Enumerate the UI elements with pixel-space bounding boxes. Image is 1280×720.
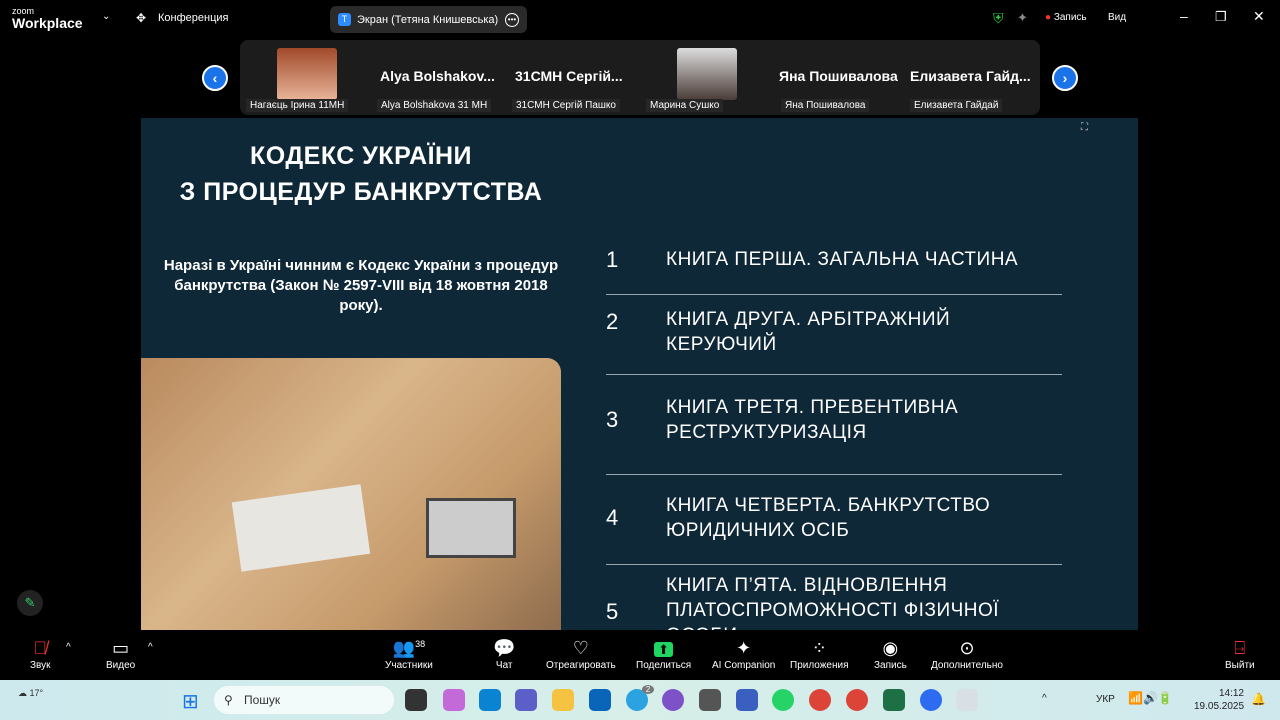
slide-intro: Наразі в Україні чинним є Кодекс України… [163,257,559,314]
taskbar-search[interactable]: ⚲ Пошук [214,686,394,714]
audio-options-chevron-icon[interactable]: ^ [66,642,71,653]
camera-icon: ▭ [112,638,130,658]
whatsapp-icon[interactable] [772,689,794,711]
app-icon[interactable] [736,689,758,711]
close-icon[interactable]: ✕ [1253,8,1265,25]
shield-icon[interactable]: ⛨ [993,10,1004,27]
network-volume-battery-icons[interactable]: 📶🔊🔋 [1128,691,1173,705]
book-item: 3 КНИГА ТРЕТЯ. ПРЕВЕНТИВНА РЕСТРУКТУРИЗАЦ… [606,397,959,443]
record-button[interactable]: ◉ Запись [874,638,907,671]
more-icon[interactable]: ••• [505,12,519,27]
meeting-info-icon[interactable]: ✥ [136,11,146,25]
book-item: 2 КНИГА ДРУГА. АРБІТРАЖНИЙ КЕРУЮЧИЙ [606,309,951,355]
share-screen-tab[interactable]: T Экран (Тетяна Книшевська) ••• [330,6,527,33]
ai-sparkle-icon[interactable]: ✦ [1017,10,1028,26]
avatar [277,48,337,100]
record-dot-icon: ● [1045,12,1052,23]
task-view-icon[interactable] [405,689,427,711]
more-icon: ⊙ [959,638,975,658]
participant-strip: Нагаєць Ірина 11МН Alya Bolshakov... Alya… [240,40,1040,115]
meeting-photo [141,358,561,630]
ai-companion-button[interactable]: ✦ AI Companion [712,638,775,671]
leave-button[interactable]: ⍈ Выйти [1225,638,1255,671]
zoom-title-bar: zoom Workplace ⌄ ✥ Конференция T Экран (Те… [0,0,1280,36]
mic-muted-icon: 🎙̸ [33,638,48,658]
notification-icon[interactable]: 🔔 [1251,692,1266,706]
language-indicator[interactable]: УКР [1096,694,1115,705]
chrome-icon[interactable] [846,689,868,711]
snipping-tool-icon[interactable] [956,689,978,711]
record-icon: ◉ [882,638,899,658]
record-status[interactable]: ● Запись [1045,12,1087,23]
chat-button[interactable]: 💬 Чат [493,638,515,671]
divider [606,474,1062,475]
copilot-icon[interactable] [443,689,465,711]
avatar [677,48,737,100]
more-button[interactable]: ⊙ Дополнительно [931,638,1003,671]
divider [606,294,1062,295]
file-explorer-icon[interactable] [552,689,574,711]
meeting-toolbar: 🎙̸ Звук ^ ▭ Видео ^ 👥38 Участники 💬 Чат ♡ Отр… [0,630,1280,680]
chatgpt-icon[interactable] [699,689,721,711]
clock[interactable]: 14:12 19.05.2025 [1194,687,1244,713]
book-item: 5 КНИГА П’ЯТА. ВІДНОВЛЕННЯ ПЛАТОСПРОМОЖНО… [606,575,1000,630]
divider [606,374,1062,375]
restore-icon[interactable]: ❐ [1215,9,1227,25]
view-button[interactable]: Вид [1108,12,1126,23]
book-item: 1 КНИГА ПЕРША. ЗАГАЛЬНА ЧАСТИНА [606,247,1019,272]
participants-button[interactable]: 👥38 Участники [385,638,433,671]
shared-slide: ⛶ КОДЕКС УКРАЇНИ З ПРОЦЕДУР БАНКРУТСТВА Н… [141,118,1138,630]
prev-participants-button[interactable]: ‹ [202,65,228,91]
participant-tile[interactable]: Елизавета Гайд... Елизавета Гайдай [910,40,1040,115]
teams-icon[interactable] [515,689,537,711]
slide-title: КОДЕКС УКРАЇНИ З ПРОЦЕДУР БАНКРУТСТВА [179,142,543,206]
zoom-logo: zoom Workplace [12,6,83,31]
leave-icon: ⍈ [1234,638,1246,658]
excel-icon[interactable] [883,689,905,711]
annotate-pencil-icon[interactable]: ✎ [17,590,43,616]
ai-sparkle-icon: ✦ [736,638,752,658]
share-button[interactable]: ⬆ Поделиться [636,638,691,671]
telegram-icon[interactable]: 2 [626,685,654,711]
participant-tile[interactable]: Яна Пошивалова Яна Пошивалова [775,40,910,115]
chrome-icon[interactable] [809,689,831,711]
participants-icon: 👥38 [392,638,426,658]
meeting-menu[interactable]: Конференция [158,12,228,24]
viber-icon[interactable] [662,689,684,711]
audio-button[interactable]: 🎙̸ Звук [30,638,51,671]
participant-tile[interactable]: 31СМН Сергій... 31СМН Сергій Пашко [510,40,640,115]
react-button[interactable]: ♡ Отреагировать [546,638,616,671]
outlook-icon[interactable] [589,689,611,711]
video-options-chevron-icon[interactable]: ^ [148,642,153,653]
apps-icon: ⁘ [811,638,827,658]
next-participants-button[interactable]: › [1052,65,1078,91]
search-icon: ⚲ [224,693,233,707]
weather-widget[interactable]: ☁ 17° [18,688,43,699]
zoom-icon[interactable] [920,689,942,711]
show-hidden-icons[interactable]: ^ [1042,693,1047,704]
share-screen-icon: ⬆ [636,638,691,660]
heart-icon: ♡ [572,638,589,658]
edge-icon[interactable] [479,689,501,711]
fullscreen-icon[interactable]: ⛶ [1081,122,1088,133]
video-button[interactable]: ▭ Видео [106,638,135,671]
chevron-down-icon[interactable]: ⌄ [102,11,110,22]
minimize-icon[interactable]: – [1180,8,1188,24]
participant-tile[interactable]: Нагаєць Ірина 11МН [244,40,374,115]
participant-tile[interactable]: Alya Bolshakov... Alya Bolshakova 31 MH [375,40,510,115]
book-item: 4 КНИГА ЧЕТВЕРТА. БАНКРУТСТВО ЮРИДИЧНИХ О… [606,495,991,541]
divider [606,564,1062,565]
apps-button[interactable]: ⁘ Приложения [790,638,849,671]
chat-icon: 💬 [493,638,516,658]
windows-start-icon[interactable]: ⊞ [182,689,199,714]
participant-tile[interactable]: Марина Сушко [640,40,775,115]
